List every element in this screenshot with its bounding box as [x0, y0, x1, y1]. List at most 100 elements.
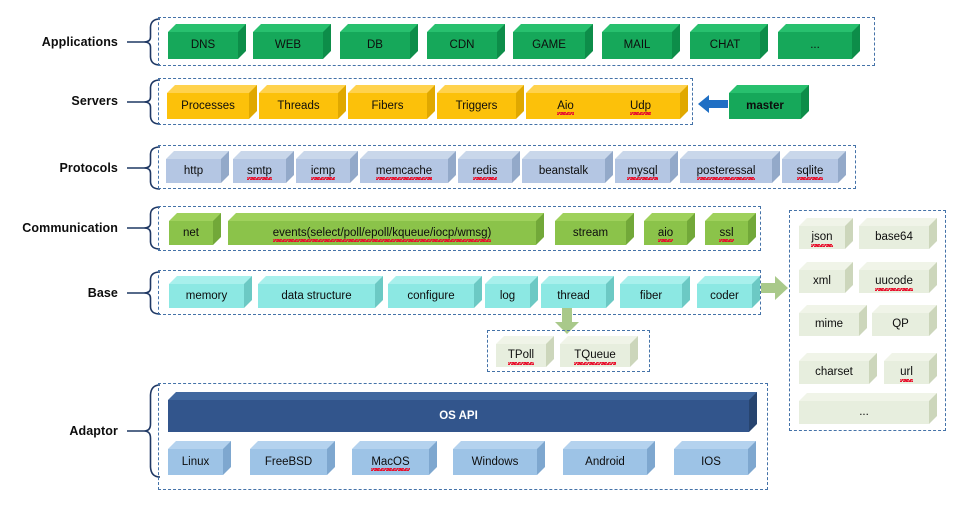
box-top-face [360, 151, 456, 159]
app-box-cdn[interactable]: CDN [427, 24, 505, 59]
box-label: uucode [859, 270, 929, 293]
box-label: thread [541, 284, 606, 308]
protocol-box-mysql[interactable]: mysql [615, 151, 678, 183]
coder-arrow-right-icon [761, 275, 789, 301]
box-top-face [388, 276, 482, 284]
box-top-face [674, 441, 756, 449]
box-top-face [799, 353, 877, 361]
coder-box-json[interactable]: json [799, 218, 853, 249]
box-top-face [884, 353, 937, 361]
protocol-box-sqlite[interactable]: sqlite [782, 151, 846, 183]
box-label: TQueue [560, 344, 630, 367]
box-top-face [522, 151, 613, 159]
platform-box-ios[interactable]: IOS [674, 441, 756, 475]
spellcheck-squiggle [900, 378, 913, 382]
base-box-thread[interactable]: thread [541, 276, 614, 308]
server-box-fibers[interactable]: Fibers [348, 85, 435, 119]
coder-box-xml[interactable]: xml [799, 262, 853, 293]
coder-box-url[interactable]: url [884, 353, 937, 384]
spellcheck-squiggle [719, 239, 734, 243]
spellcheck-squiggle [272, 239, 492, 243]
box-label: Udp [601, 93, 680, 119]
spellcheck-squiggle [310, 177, 336, 181]
box-label: configure [388, 284, 474, 308]
spellcheck-squiggle [811, 243, 833, 247]
base-box-data-structure[interactable]: data structure [258, 276, 383, 308]
platform-box-android[interactable]: Android [563, 441, 655, 475]
box-label: memcache [360, 159, 448, 183]
base-box-memory[interactable]: memory [169, 276, 252, 308]
app-box-more[interactable]: ... [778, 24, 860, 59]
spellcheck-squiggle [472, 177, 498, 181]
thread-detail-box-tpoll[interactable]: TPoll [496, 336, 554, 367]
base-box-log[interactable]: log [485, 276, 538, 308]
box-label: smtp [233, 159, 286, 183]
base-box-coder[interactable]: coder [697, 276, 760, 308]
comm-box-aio[interactable]: aio [644, 213, 695, 245]
box-top-face [697, 276, 760, 284]
platform-box-windows[interactable]: Windows [453, 441, 545, 475]
box-top-face [340, 24, 418, 32]
platform-box-macos[interactable]: MacOS [352, 441, 437, 475]
protocol-box-memcache[interactable]: memcache [360, 151, 456, 183]
server-box-udp[interactable]: Udp [601, 85, 688, 119]
base-box-configure[interactable]: configure [388, 276, 482, 308]
box-top-face [167, 85, 257, 93]
os-api-box[interactable]: OS API [168, 392, 757, 432]
brace-communication [127, 205, 161, 251]
comm-box-stream[interactable]: stream [555, 213, 634, 245]
box-label: net [169, 221, 213, 245]
comm-box-ssl[interactable]: ssl [705, 213, 756, 245]
box-label: url [884, 361, 929, 384]
coder-box-charset[interactable]: charset [799, 353, 877, 384]
box-label: CHAT [690, 32, 760, 59]
box-top-face [250, 441, 335, 449]
box-label: CDN [427, 32, 497, 59]
app-box-mail[interactable]: MAIL [602, 24, 680, 59]
box-label: Triggers [437, 93, 516, 119]
app-box-dns[interactable]: DNS [168, 24, 246, 59]
protocol-box-smtp[interactable]: smtp [233, 151, 294, 183]
box-top-face [690, 24, 768, 32]
protocol-box-redis[interactable]: redis [458, 151, 520, 183]
platform-box-linux[interactable]: Linux [168, 441, 231, 475]
box-label: Processes [167, 93, 249, 119]
protocol-box-beanstalk[interactable]: beanstalk [522, 151, 613, 183]
box-label: Threads [259, 93, 338, 119]
app-box-game[interactable]: GAME [513, 24, 593, 59]
coder-box-base64[interactable]: base64 [859, 218, 937, 249]
coder-box-qp[interactable]: QP [872, 305, 937, 336]
box-label: coder [697, 284, 752, 308]
protocol-box-http[interactable]: http [166, 151, 229, 183]
box-label: FreeBSD [250, 449, 327, 475]
row-label-base: Base [87, 286, 118, 300]
box-top-face [541, 276, 614, 284]
spellcheck-squiggle [371, 468, 411, 472]
base-box-fiber[interactable]: fiber [620, 276, 690, 308]
spellcheck-squiggle [375, 177, 433, 181]
server-box-aio[interactable]: Aio [526, 85, 613, 119]
box-label: http [166, 159, 221, 183]
server-box-threads[interactable]: Threads [259, 85, 346, 119]
coder-box-more[interactable]: ... [799, 393, 937, 424]
coder-box-mime[interactable]: mime [799, 305, 867, 336]
master-box[interactable]: master [729, 85, 809, 119]
thread-detail-box-tqueue[interactable]: TQueue [560, 336, 638, 367]
box-label: events(select/poll/epoll/kqueue/iocp/wms… [228, 221, 536, 245]
app-box-chat[interactable]: CHAT [690, 24, 768, 59]
coder-box-uucode[interactable]: uucode [859, 262, 937, 293]
box-label: WEB [253, 32, 323, 59]
protocol-box-icmp[interactable]: icmp [296, 151, 358, 183]
app-box-web[interactable]: WEB [253, 24, 331, 59]
platform-box-freebsd[interactable]: FreeBSD [250, 441, 335, 475]
app-box-db[interactable]: DB [340, 24, 418, 59]
server-box-processes[interactable]: Processes [167, 85, 257, 119]
comm-box-events[interactable]: events(select/poll/epoll/kqueue/iocp/wms… [228, 213, 544, 245]
protocol-box-posteressal[interactable]: posteressal [680, 151, 780, 183]
box-label: posteressal [680, 159, 772, 183]
box-label: Windows [453, 449, 537, 475]
comm-box-net[interactable]: net [169, 213, 221, 245]
box-top-face [705, 213, 756, 221]
box-top-face [168, 441, 231, 449]
server-box-triggers[interactable]: Triggers [437, 85, 524, 119]
